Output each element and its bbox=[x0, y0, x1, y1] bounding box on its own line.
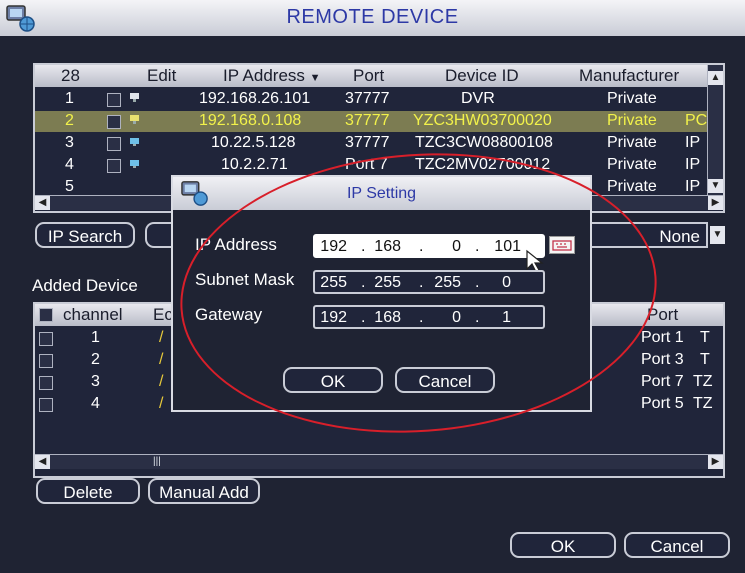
header-port[interactable]: Port bbox=[353, 66, 384, 86]
edit-pencil-icon[interactable]: / bbox=[159, 351, 163, 369]
table-row[interactable]: 3 10.22.5.128 37777 TZC3CW08800108 Priva… bbox=[35, 133, 707, 154]
sort-down-icon: ▼ bbox=[309, 72, 321, 84]
scroll-right-icon[interactable]: ▶ bbox=[708, 196, 723, 210]
manual-add-button[interactable]: Manual Add bbox=[148, 478, 260, 504]
device-icon bbox=[130, 93, 139, 102]
header-edit[interactable]: Edit bbox=[147, 66, 176, 86]
dialog-title-bar: IP Setting bbox=[173, 177, 590, 210]
row-checkbox[interactable] bbox=[39, 398, 53, 412]
dialog-ok-button[interactable]: OK bbox=[283, 367, 383, 393]
row-checkbox[interactable] bbox=[39, 376, 53, 390]
scroll-left-icon[interactable]: ◀ bbox=[35, 455, 50, 469]
device-icon bbox=[130, 115, 139, 124]
cancel-button[interactable]: Cancel bbox=[624, 532, 730, 558]
dialog-title: IP Setting bbox=[346, 185, 417, 202]
header-count: 28 bbox=[61, 66, 80, 85]
edit-pencil-icon[interactable]: / bbox=[159, 329, 163, 347]
ip-search-button[interactable]: IP Search bbox=[35, 222, 135, 248]
row-checkbox[interactable] bbox=[107, 137, 121, 151]
scroll-right-icon[interactable]: ▶ bbox=[708, 455, 723, 469]
row-checkbox[interactable] bbox=[39, 354, 53, 368]
header-channel[interactable]: channel bbox=[63, 305, 123, 325]
header-device-id[interactable]: Device ID bbox=[445, 66, 519, 86]
row-checkbox[interactable] bbox=[107, 115, 121, 129]
keyboard-icon[interactable] bbox=[549, 236, 575, 254]
filter-value: None bbox=[659, 227, 700, 246]
gateway-field[interactable]: 192 . 168 . 0 . 1 bbox=[313, 305, 545, 329]
row-checkbox[interactable] bbox=[107, 93, 121, 107]
delete-button[interactable]: Delete bbox=[36, 478, 140, 504]
table-header: 28 Edit IP Address ▼ Port Device ID Manu… bbox=[35, 65, 723, 87]
ip-address-label: IP Address bbox=[195, 235, 277, 254]
title-bar: REMOTE DEVICE bbox=[0, 0, 745, 36]
header-port[interactable]: Port bbox=[647, 305, 678, 325]
camera-icon bbox=[130, 160, 139, 168]
scroll-left-icon[interactable]: ◀ bbox=[35, 196, 50, 210]
row-checkbox[interactable] bbox=[107, 159, 121, 173]
select-all-checkbox[interactable] bbox=[39, 308, 53, 322]
horizontal-scrollbar[interactable]: ◀ ||| ▶ bbox=[35, 454, 723, 469]
table-row[interactable]: 1 192.168.26.101 37777 DVR Private bbox=[35, 89, 707, 110]
subnet-mask-field[interactable]: 255 . 255 . 255 . 0 bbox=[313, 270, 545, 294]
ok-button[interactable]: OK bbox=[510, 532, 616, 558]
row-checkbox[interactable] bbox=[39, 332, 53, 346]
filter-select[interactable]: None bbox=[588, 222, 708, 248]
edit-pencil-icon[interactable]: / bbox=[159, 373, 163, 391]
window-title: REMOTE DEVICE bbox=[286, 6, 459, 28]
header-ip-address[interactable]: IP Address ▼ bbox=[223, 66, 321, 86]
scroll-up-icon[interactable]: ▲ bbox=[708, 71, 723, 85]
filter-dropdown-icon[interactable]: ▼ bbox=[710, 226, 725, 244]
ip-address-field[interactable]: 192 . 168 . 0 . 101 bbox=[313, 234, 545, 258]
added-device-title: Added Device bbox=[32, 276, 138, 295]
header-edit[interactable]: Ec bbox=[153, 305, 173, 325]
ip-setting-dialog: IP Setting IP Address 192 . 168 . 0 . 10… bbox=[171, 175, 592, 412]
scroll-thumb[interactable]: ||| bbox=[153, 456, 167, 467]
edit-pencil-icon[interactable]: / bbox=[159, 395, 163, 413]
scroll-down-icon[interactable]: ▼ bbox=[708, 179, 723, 193]
table-row-selected[interactable]: 2 192.168.0.108 37777 YZC3HW03700020 Pri… bbox=[35, 111, 707, 132]
subnet-mask-label: Subnet Mask bbox=[195, 270, 295, 289]
vertical-scrollbar[interactable]: ▲ ▼ bbox=[707, 65, 723, 195]
dialog-cancel-button[interactable]: Cancel bbox=[395, 367, 495, 393]
camera-icon bbox=[130, 138, 139, 146]
header-manufacturer[interactable]: Manufacturer bbox=[579, 66, 679, 86]
table-row[interactable]: 4 10.2.2.71 Port 7 TZC2MV02700012 Privat… bbox=[35, 155, 707, 176]
gateway-label: Gateway bbox=[195, 305, 263, 324]
